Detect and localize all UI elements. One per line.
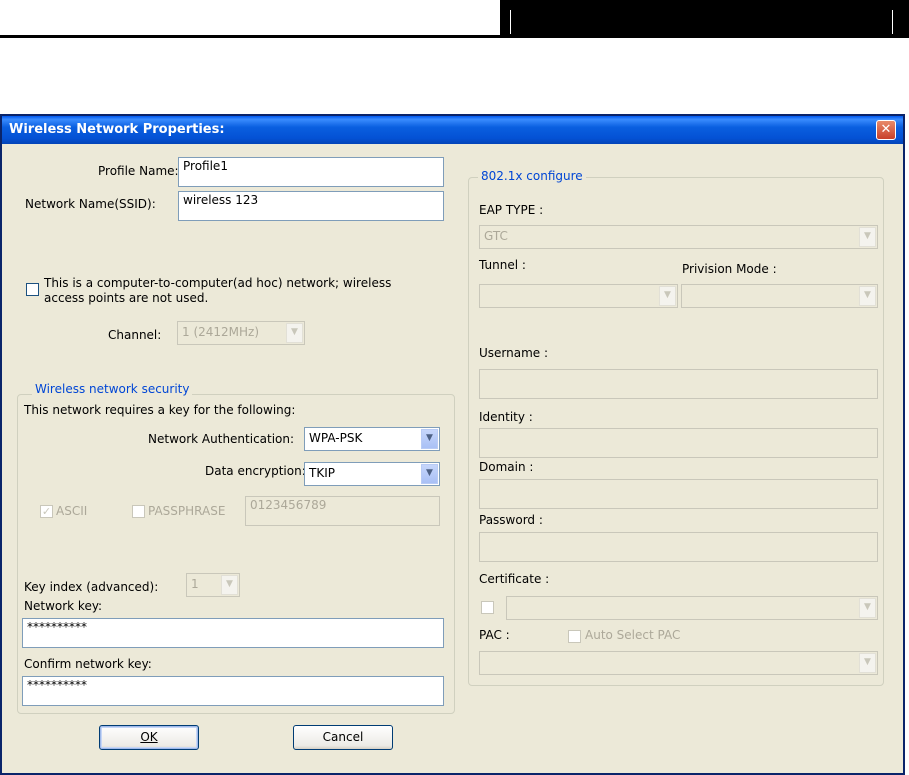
adhoc-label-line2: access points are not used. bbox=[44, 291, 209, 305]
chevron-down-icon: ▼ bbox=[286, 323, 303, 343]
dialog-title: Wireless Network Properties: bbox=[9, 122, 225, 137]
ascii-checkbox[interactable]: ✓ bbox=[40, 505, 53, 518]
provision-mode-label: Privision Mode : bbox=[682, 262, 777, 276]
eap-config-title: 802.1x configure bbox=[478, 169, 586, 183]
chevron-down-icon: ▼ bbox=[221, 575, 238, 595]
passphrase-checkbox[interactable] bbox=[132, 505, 145, 518]
certificate-label: Certificate : bbox=[479, 572, 550, 586]
network-auth-select[interactable]: WPA-PSK ▼ bbox=[304, 427, 440, 451]
certificate-checkbox[interactable] bbox=[481, 601, 494, 614]
key-index-value: 1 bbox=[191, 577, 199, 591]
ok-button[interactable]: OK bbox=[99, 725, 199, 750]
cancel-button-label: Cancel bbox=[322, 730, 364, 744]
password-input[interactable] bbox=[479, 532, 878, 562]
eap-type-label: EAP TYPE : bbox=[479, 203, 544, 217]
auto-select-pac-label: Auto Select PAC bbox=[585, 628, 681, 642]
ssid-label: Network Name(SSID): bbox=[25, 197, 156, 211]
eap-type-value: GTC bbox=[484, 229, 508, 243]
profile-name-input[interactable]: Profile1 bbox=[178, 157, 444, 187]
username-label: Username : bbox=[479, 346, 549, 360]
channel-select[interactable]: 1 (2412MHz) ▼ bbox=[177, 321, 305, 345]
security-intro: This network requires a key for the foll… bbox=[24, 403, 296, 417]
data-encryption-select[interactable]: TKIP ▼ bbox=[304, 462, 440, 486]
close-button[interactable]: ✕ bbox=[876, 120, 896, 140]
chevron-down-icon: ▼ bbox=[859, 653, 876, 673]
ssid-input[interactable]: wireless 123 bbox=[178, 191, 444, 221]
profile-name-label: Profile Name: bbox=[98, 164, 179, 178]
confirm-key-label: Confirm network key: bbox=[24, 657, 152, 671]
cancel-button[interactable]: Cancel bbox=[293, 725, 393, 750]
key-index-select[interactable]: 1 ▼ bbox=[186, 573, 240, 597]
passphrase-label: PASSPHRASE bbox=[148, 504, 226, 518]
eap-type-select[interactable]: GTC ▼ bbox=[479, 225, 878, 249]
document-header-bar bbox=[500, 0, 909, 38]
wireless-properties-dialog: Wireless Network Properties: ✕ Profile N… bbox=[0, 114, 905, 775]
chevron-down-icon: ▼ bbox=[421, 464, 438, 484]
header-divider bbox=[892, 10, 893, 34]
network-auth-label: Network Authentication: bbox=[148, 432, 295, 446]
chevron-down-icon: ▼ bbox=[859, 598, 876, 618]
ok-button-label: OK bbox=[140, 730, 158, 744]
close-icon: ✕ bbox=[880, 122, 892, 137]
adhoc-checkbox[interactable] bbox=[26, 283, 39, 296]
network-key-label: Network key: bbox=[24, 599, 103, 613]
data-encryption-value: TKIP bbox=[309, 466, 335, 480]
domain-label: Domain : bbox=[479, 460, 534, 474]
pac-label: PAC : bbox=[479, 628, 510, 642]
ascii-label: ASCII bbox=[56, 504, 88, 518]
title-bar[interactable]: Wireless Network Properties: ✕ bbox=[2, 116, 903, 144]
username-input[interactable] bbox=[479, 369, 878, 399]
passphrase-input[interactable]: 0123456789 bbox=[245, 496, 440, 526]
key-index-label: Key index (advanced): bbox=[24, 580, 159, 594]
adhoc-label-line1: This is a computer-to-computer(ad hoc) n… bbox=[44, 276, 392, 290]
document-header-rule bbox=[0, 35, 500, 38]
password-label: Password : bbox=[479, 513, 543, 527]
identity-input[interactable] bbox=[479, 428, 878, 458]
pac-select[interactable]: ▼ bbox=[479, 651, 878, 675]
identity-label: Identity : bbox=[479, 410, 533, 424]
wireless-security-title: Wireless network security bbox=[32, 382, 193, 396]
certificate-select[interactable]: ▼ bbox=[506, 596, 878, 620]
channel-label: Channel: bbox=[108, 328, 162, 342]
network-auth-value: WPA-PSK bbox=[309, 431, 363, 445]
data-encryption-label: Data encryption: bbox=[205, 464, 306, 478]
confirm-key-input[interactable]: ********** bbox=[22, 676, 444, 706]
checkmark-icon: ✓ bbox=[41, 505, 52, 518]
domain-input[interactable] bbox=[479, 479, 878, 509]
header-divider bbox=[510, 10, 511, 34]
chevron-down-icon: ▼ bbox=[659, 286, 676, 306]
tunnel-label: Tunnel : bbox=[479, 258, 526, 272]
channel-value: 1 (2412MHz) bbox=[182, 325, 260, 339]
chevron-down-icon: ▼ bbox=[421, 429, 438, 449]
chevron-down-icon: ▼ bbox=[859, 227, 876, 247]
chevron-down-icon: ▼ bbox=[859, 286, 876, 306]
auto-select-pac-checkbox[interactable] bbox=[568, 630, 581, 643]
provision-mode-select[interactable]: ▼ bbox=[681, 284, 878, 308]
tunnel-select[interactable]: ▼ bbox=[479, 284, 678, 308]
network-key-input[interactable]: ********** bbox=[22, 618, 444, 648]
